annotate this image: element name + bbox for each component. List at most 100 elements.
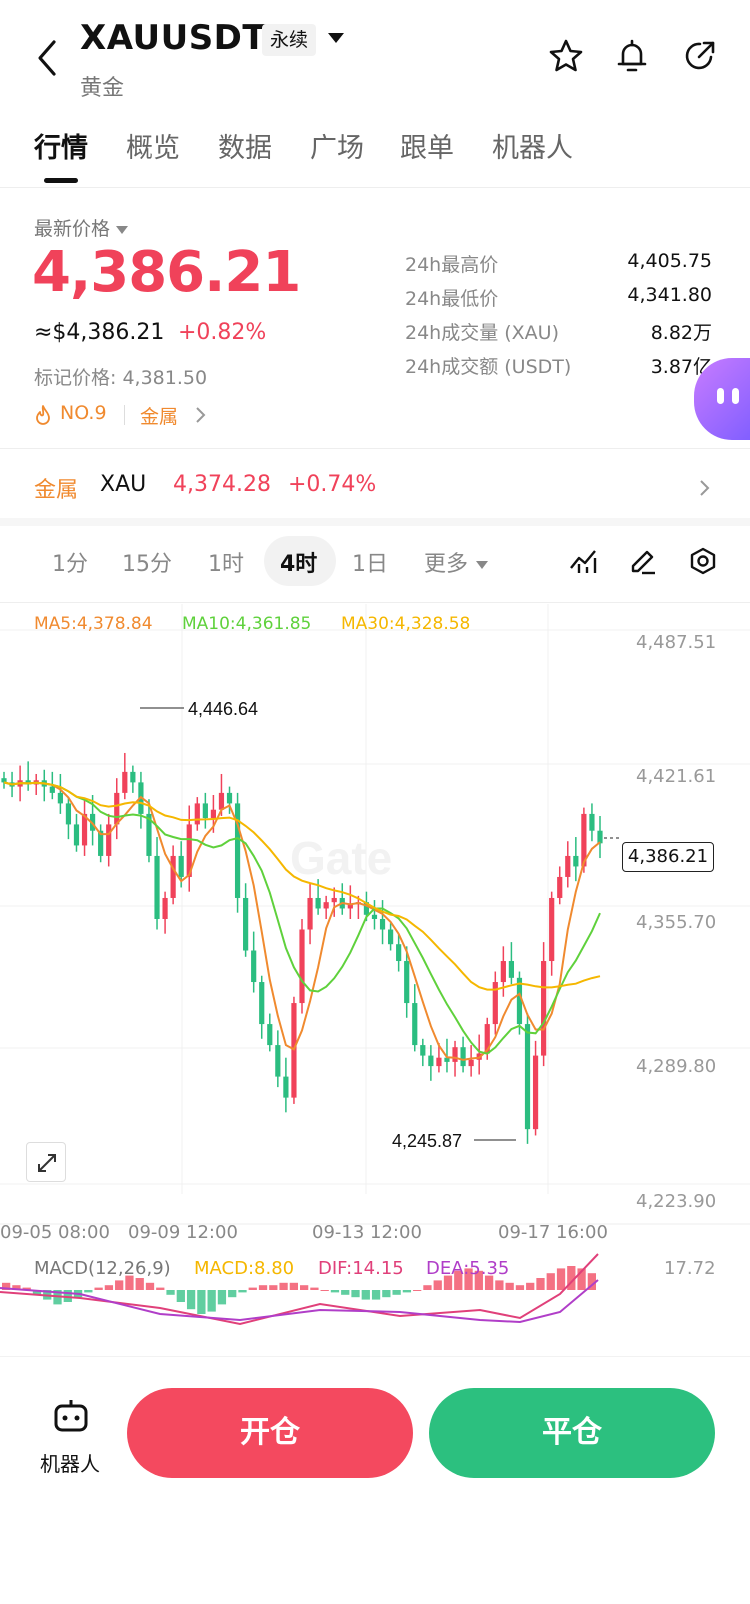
macd-histogram-bar xyxy=(341,1290,350,1295)
expand-icon xyxy=(38,1154,56,1172)
y-axis-label: 4,289.80 xyxy=(636,1056,717,1077)
macd-histogram-bar xyxy=(269,1285,278,1290)
star-icon[interactable] xyxy=(548,38,584,74)
tab-overview[interactable]: 概览 xyxy=(126,126,180,165)
macd-histogram-bar xyxy=(94,1287,103,1290)
candle-body xyxy=(573,855,579,867)
contract-type-badge[interactable]: 永续 xyxy=(262,24,317,56)
metal-price: 4,374.28 xyxy=(173,472,271,497)
share-icon[interactable] xyxy=(682,38,718,74)
macd-histogram-bar xyxy=(330,1290,340,1293)
macd-histogram-bar xyxy=(217,1290,227,1305)
divider xyxy=(0,602,750,603)
high-price-label: 4,446.64 xyxy=(188,699,258,719)
fullscreen-expand-button[interactable] xyxy=(26,1142,66,1182)
indicator-icon[interactable] xyxy=(568,546,598,576)
latest-price-label[interactable]: 最新价格 xyxy=(34,214,129,241)
macd-histogram-bar xyxy=(186,1290,196,1310)
tab-bot[interactable]: 机器人 xyxy=(492,126,573,165)
price-change: +0.82% xyxy=(178,320,267,345)
candle-body xyxy=(283,1076,289,1098)
candle-body xyxy=(162,897,168,919)
bot-label[interactable]: 机器人 xyxy=(40,1448,100,1477)
period-4h[interactable]: 4时 xyxy=(280,546,317,578)
settings-icon[interactable] xyxy=(688,546,718,576)
macd-histogram-bar xyxy=(176,1290,185,1302)
candle-body xyxy=(65,803,72,825)
stat-value-volume: 8.82万 xyxy=(650,322,712,344)
macd-histogram-bar xyxy=(238,1290,247,1293)
macd-histogram-bar xyxy=(289,1282,298,1290)
macd-axis-top: 17.72 xyxy=(664,1258,716,1279)
back-arrow-icon[interactable] xyxy=(34,38,60,78)
macd-histogram-bar xyxy=(536,1278,545,1290)
candle-body xyxy=(218,792,225,810)
assistant-float-button[interactable] xyxy=(694,358,750,440)
period-1m[interactable]: 1分 xyxy=(52,546,88,578)
y-axis-label: 4,223.90 xyxy=(636,1191,717,1212)
macd-histogram-bar xyxy=(300,1285,309,1290)
assistant-eye-icon xyxy=(732,388,739,404)
macd-histogram-bar xyxy=(495,1280,504,1290)
draw-pencil-icon[interactable] xyxy=(628,546,658,576)
stat-label-volume: 24h成交量 (XAU) xyxy=(405,322,560,344)
candle-body xyxy=(299,929,305,1004)
period-1h[interactable]: 1时 xyxy=(208,546,244,578)
stat-value-high: 4,405.75 xyxy=(627,250,712,272)
candle-body xyxy=(597,830,603,844)
assistant-eye-icon xyxy=(717,388,724,404)
candle-body xyxy=(259,982,265,1025)
tab-copy-trading[interactable]: 跟单 xyxy=(400,126,454,165)
period-more[interactable]: 更多 xyxy=(424,546,489,578)
macd-histogram-bar xyxy=(104,1285,114,1290)
candle-body xyxy=(379,918,386,930)
candle-body xyxy=(323,902,329,909)
rank-text: NO.9 xyxy=(60,402,107,424)
candle-body xyxy=(532,1055,539,1130)
candle-body xyxy=(500,961,506,983)
open-position-button[interactable]: 开仓 xyxy=(127,1388,413,1478)
robot-icon[interactable] xyxy=(52,1398,90,1434)
tab-market[interactable]: 行情 xyxy=(34,126,88,165)
stat-label-low: 24h最低价 xyxy=(405,288,499,310)
main-tabs: 行情 概览 数据 广场 跟单 机器人 xyxy=(0,118,750,188)
tab-data[interactable]: 数据 xyxy=(218,126,272,165)
y-axis-label: 4,487.51 xyxy=(636,632,717,653)
rank-divider xyxy=(124,405,125,425)
candle-body xyxy=(57,792,63,804)
bell-icon[interactable] xyxy=(614,38,650,74)
candle-body xyxy=(1,778,7,783)
chart-watermark: Gate xyxy=(290,832,392,884)
period-1d[interactable]: 1日 xyxy=(352,546,388,578)
candle-body xyxy=(371,914,378,919)
macd-histogram-bar xyxy=(371,1290,381,1300)
candle-body xyxy=(468,1059,474,1067)
macd-title: MACD(12,26,9) xyxy=(34,1258,171,1279)
macd-histogram-bar xyxy=(207,1290,216,1312)
candle-body xyxy=(73,824,80,846)
ma30-label: MA30:4,328.58 xyxy=(341,614,471,634)
metal-category: 金属 xyxy=(34,478,79,503)
macd-histogram-bar xyxy=(135,1278,144,1290)
symbol-dropdown-icon[interactable] xyxy=(328,33,344,43)
tab-square[interactable]: 广场 xyxy=(310,126,364,165)
macd-histogram-bar xyxy=(402,1290,412,1293)
usd-price: ≈$4,386.21 xyxy=(34,320,165,345)
candle-body xyxy=(114,792,120,825)
macd-histogram-bar xyxy=(145,1282,155,1290)
y-axis-label: 4,355.70 xyxy=(636,912,717,933)
related-market-row[interactable]: 金属 XAU 4,374.28 +0.74% xyxy=(0,462,750,518)
close-position-button[interactable]: 平仓 xyxy=(429,1388,715,1478)
period-15m[interactable]: 15分 xyxy=(122,546,172,578)
stat-value-low: 4,341.80 xyxy=(627,284,712,306)
candle-body xyxy=(315,897,321,909)
candle-body xyxy=(460,1047,466,1067)
candle-body xyxy=(154,855,160,919)
ma10-label: MA10:4,361.85 xyxy=(182,614,312,634)
x-axis-label: 09-05 08:00 xyxy=(0,1222,110,1243)
candle-body xyxy=(106,824,112,856)
current-price-tag: 4,386.21 xyxy=(622,842,714,872)
macd-histogram-bar xyxy=(197,1290,206,1314)
symbol-title[interactable]: XAUUSDT xyxy=(80,18,266,58)
macd-histogram-bar xyxy=(556,1268,566,1290)
